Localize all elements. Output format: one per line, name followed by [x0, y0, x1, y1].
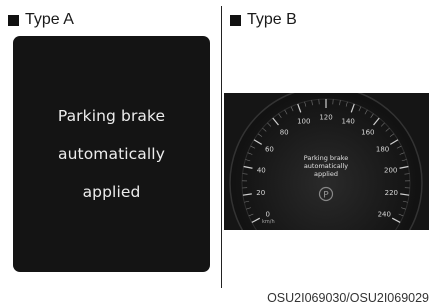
speed-tick-label: 220 — [385, 189, 398, 197]
speed-tick-label: 180 — [376, 146, 389, 154]
type-a-message: Parking brake automatically applied — [58, 88, 165, 221]
square-bullet-icon — [8, 14, 19, 26]
column-divider — [221, 6, 222, 288]
speed-tick-label: 40 — [257, 167, 266, 175]
figure-caption: OSU2I069030/OSU2I069029 — [267, 291, 429, 305]
speed-tick-label: 200 — [384, 167, 397, 175]
type-b-message-line: Parking brake — [304, 154, 348, 162]
speed-tick-label: 0 — [265, 210, 269, 218]
square-bullet-icon — [230, 14, 241, 26]
speedometer-gauge: 0 20 40 60 80 100 120 140 160 180 200 220 240 km/h P… — [224, 93, 429, 230]
speed-tick-label: 120 — [319, 114, 332, 122]
type-b-heading: Type B — [230, 10, 297, 30]
type-a-message-line: applied — [82, 182, 141, 201]
type-a-message-line: Parking brake — [57, 106, 166, 125]
speed-tick-label: 60 — [265, 146, 274, 154]
type-b-label: Type B — [247, 11, 297, 28]
speed-tick-label: 80 — [280, 128, 289, 136]
speed-tick-label: 240 — [378, 210, 391, 218]
type-a-heading: Type A — [8, 10, 74, 30]
speed-tick-label: 100 — [297, 117, 310, 125]
type-b-message-line: automatically — [304, 162, 348, 170]
unit-label: km/h — [262, 219, 275, 225]
speed-tick-label: 160 — [361, 128, 374, 136]
type-a-display: Parking brake automatically applied — [13, 36, 210, 272]
type-a-label: Type A — [25, 11, 74, 28]
speed-tick-label: 140 — [342, 117, 355, 125]
type-b-message-line: applied — [314, 170, 338, 178]
speed-tick-label: 20 — [256, 189, 265, 197]
type-a-message-line: automatically — [58, 144, 165, 163]
parking-indicator-letter: P — [323, 191, 329, 201]
type-b-cluster-display: 0 20 40 60 80 100 120 140 160 180 200 220 240 km/h P… — [224, 93, 429, 230]
